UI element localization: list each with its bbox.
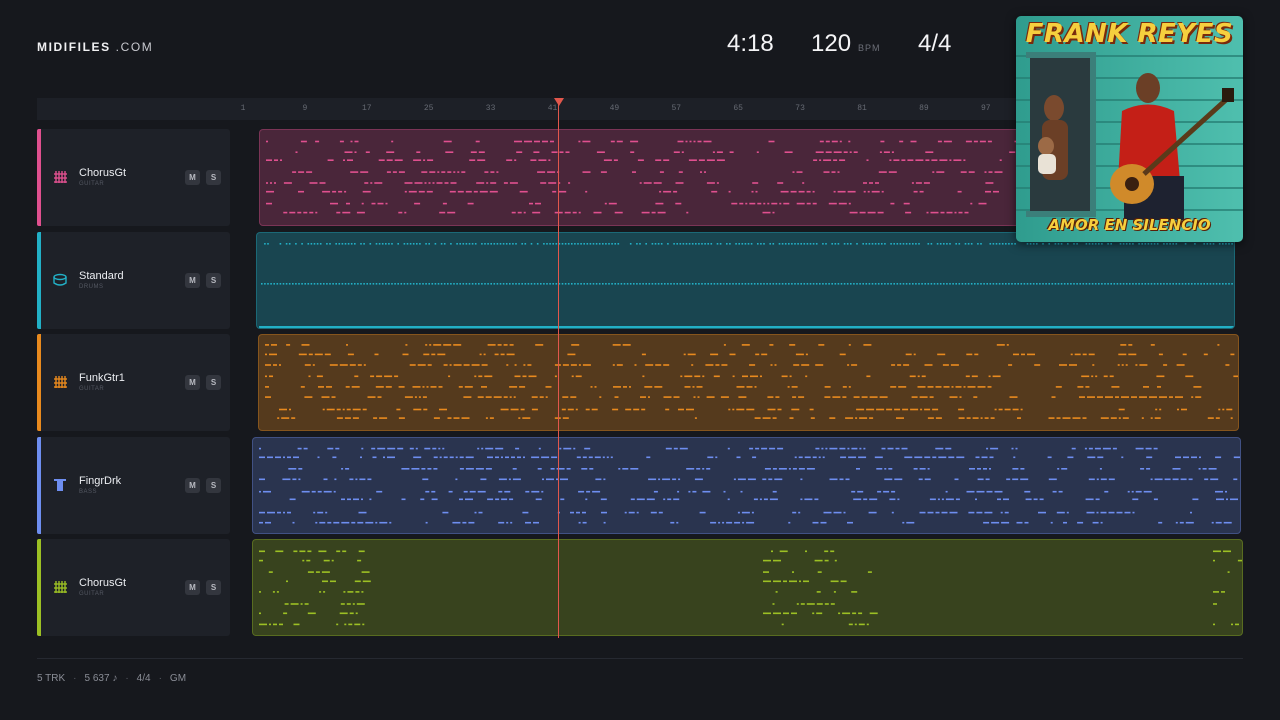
track-name: FunkGtr1 <box>79 372 125 384</box>
midi-clip[interactable] <box>256 232 1235 329</box>
ruler-tick: 89 <box>919 104 929 113</box>
ruler-tick: 1 <box>240 104 246 113</box>
ruler-tick: 97 <box>980 104 991 113</box>
note-pattern <box>259 243 1234 328</box>
album-artist: FRANK REYES <box>1025 19 1234 49</box>
album-title: AMOR EN SILENCIO <box>1048 216 1211 234</box>
separator: · <box>125 673 129 684</box>
track-header[interactable]: ChorusGt GUITAR M S <box>37 129 230 226</box>
ruler-tick: 81 <box>857 104 867 113</box>
note-pattern <box>259 447 1240 524</box>
time-signature: 4/4 <box>918 30 952 57</box>
bpm-unit: BPM <box>858 43 881 53</box>
solo-button[interactable]: S <box>206 580 221 595</box>
track-count: 5 TRK <box>37 673 66 684</box>
footer-stats: 5 TRK · 5 637 ♪ · 4/4 · GM <box>37 673 186 684</box>
track-color-bar <box>37 539 41 636</box>
track-type: BASS <box>79 489 98 495</box>
track-type: GUITAR <box>79 591 105 597</box>
note-pattern <box>259 550 1242 626</box>
mute-button[interactable]: M <box>185 273 200 288</box>
track-type: DRUMS <box>79 284 104 290</box>
logo-bold: MIDIFILES <box>37 40 111 54</box>
track-header[interactable]: Standard DRUMS M S <box>37 232 230 329</box>
ruler-tick: 9 <box>302 104 308 113</box>
ruler-tick: 17 <box>361 104 372 113</box>
separator: · <box>73 673 77 684</box>
separator: · <box>158 673 162 684</box>
ruler-tick: 73 <box>795 104 805 113</box>
track-name: ChorusGt <box>79 577 127 589</box>
midi-standard: GM <box>169 673 187 684</box>
site-logo[interactable]: MIDIFILES .COM <box>37 40 153 54</box>
note-pattern <box>265 344 1238 419</box>
playhead-line[interactable] <box>558 104 559 638</box>
track-type: GUITAR <box>79 181 105 187</box>
track-color-bar <box>37 437 41 534</box>
tempo-display: 120 BPM <box>811 30 881 58</box>
bpm-value: 120 <box>811 30 852 57</box>
track-color-bar <box>37 334 41 431</box>
album-art-image <box>1016 16 1243 242</box>
midi-clip[interactable] <box>252 437 1241 534</box>
note-count: 5 637 ♪ <box>84 673 118 684</box>
solo-button[interactable]: S <box>206 375 221 390</box>
ruler-tick: 49 <box>609 104 620 113</box>
track-name: Standard <box>79 270 124 282</box>
solo-button[interactable]: S <box>206 273 221 288</box>
footer-signature: 4/4 <box>136 673 151 684</box>
playhead-handle[interactable] <box>554 98 564 106</box>
track-type: GUITAR <box>79 386 105 392</box>
track-header[interactable]: ChorusGt GUITAR M S <box>37 539 230 636</box>
ruler-tick: 65 <box>733 104 743 113</box>
album-cover: FRANK REYES AMOR EN SILENCIO <box>1016 16 1243 242</box>
solo-button[interactable]: S <box>206 170 221 185</box>
mute-button[interactable]: M <box>185 375 200 390</box>
midi-clip[interactable] <box>252 539 1243 636</box>
ruler-tick: 57 <box>671 104 682 113</box>
track-name: ChorusGt <box>79 167 127 179</box>
track-header[interactable]: FunkGtr1 GUITAR M S <box>37 334 230 431</box>
track-color-bar <box>37 129 41 226</box>
mute-button[interactable]: M <box>185 580 200 595</box>
track-header[interactable]: FingrDrk BASS M S <box>37 437 230 534</box>
ruler-tick: 25 <box>423 104 434 113</box>
midi-clip[interactable] <box>258 334 1239 431</box>
solo-button[interactable]: S <box>206 478 221 493</box>
logo-domain: .COM <box>115 40 154 54</box>
mute-button[interactable]: M <box>185 170 200 185</box>
mute-button[interactable]: M <box>185 478 200 493</box>
footer-divider <box>37 658 1243 659</box>
song-duration: 4:18 <box>727 30 774 57</box>
track-name: FingrDrk <box>79 475 122 487</box>
ruler-tick: 33 <box>485 104 496 113</box>
track-color-bar <box>37 232 41 329</box>
